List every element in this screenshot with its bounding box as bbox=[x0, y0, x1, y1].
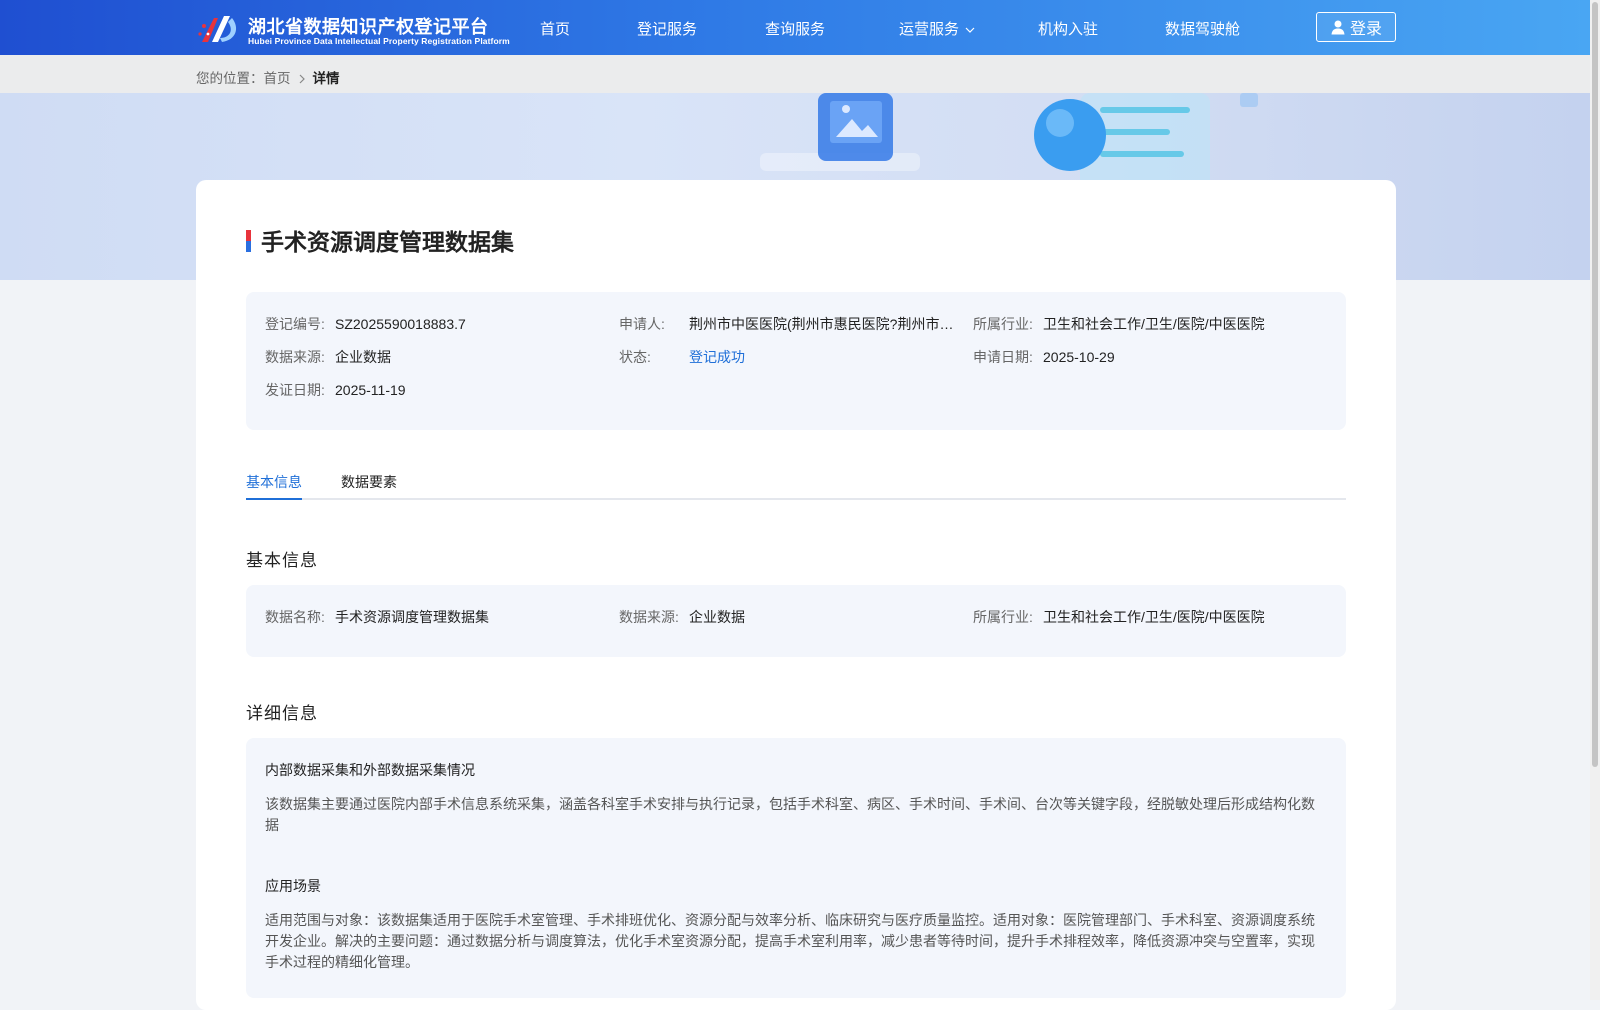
data-source-value: 企业数据 bbox=[335, 349, 391, 365]
industry-value: 卫生和社会工作/卫生/医院/中医医院 bbox=[1043, 316, 1265, 332]
basic-data-source-label: 数据来源: bbox=[619, 609, 679, 625]
logo-subtitle: Hubei Province Data Intellectual Propert… bbox=[248, 36, 510, 46]
issue-date-value: 2025-11-19 bbox=[335, 382, 406, 398]
data-name-label: 数据名称: bbox=[265, 609, 325, 625]
industry-field: 所属行业: 卫生和社会工作/卫生/医院/中医医院 bbox=[973, 314, 1265, 334]
breadcrumb-prefix: 您的位置： bbox=[196, 71, 264, 86]
tab-basic-info[interactable]: 基本信息 bbox=[246, 472, 302, 492]
detail-info-panel: 内部数据采集和外部数据采集情况 该数据集主要通过医院内部手术信息系统采集，涵盖各… bbox=[246, 738, 1346, 998]
basic-industry-field: 所属行业: 卫生和社会工作/卫生/医院/中医医院 bbox=[973, 607, 1265, 627]
basic-data-source-value: 企业数据 bbox=[689, 609, 745, 625]
applicant-field: 申请人: 荆州市中医医院(荆州市惠民医院?荆州市中西医结合医院) bbox=[619, 314, 957, 334]
basic-info-panel: 数据名称: 手术资源调度管理数据集 数据来源: 企业数据 所属行业: 卫生和社会工作/… bbox=[246, 585, 1346, 657]
detail-info-heading: 详细信息 bbox=[246, 704, 318, 723]
chevron-down-icon bbox=[965, 27, 975, 33]
detail-card: 手术资源调度管理数据集 登记编号: SZ2025590018883.7 申请人: 荆… bbox=[196, 180, 1396, 1010]
nav-registration-service[interactable]: 登记服务 bbox=[637, 18, 697, 39]
scenario-text: 适用范围与对象：该数据集适用于医院手术室管理、手术排班优化、资源分配与效率分析、… bbox=[265, 912, 1315, 970]
data-name-value: 手术资源调度管理数据集 bbox=[335, 609, 489, 625]
apply-date-value: 2025-10-29 bbox=[1043, 349, 1115, 365]
collection-heading: 内部数据采集和外部数据采集情况 bbox=[265, 762, 475, 778]
applicant-value: 荆州市中医医院(荆州市惠民医院?荆州市中西医结合医院) bbox=[689, 316, 957, 332]
nav-home[interactable]: 首页 bbox=[540, 18, 570, 39]
registration-no-field: 登记编号: SZ2025590018883.7 bbox=[265, 314, 466, 334]
data-name-field: 数据名称: 手术资源调度管理数据集 bbox=[265, 607, 489, 627]
basic-industry-value: 卫生和社会工作/卫生/医院/中医医院 bbox=[1043, 609, 1265, 625]
login-label: 登录 bbox=[1349, 21, 1382, 38]
breadcrumb-current: 详情 bbox=[312, 71, 340, 86]
industry-label: 所属行业: bbox=[973, 316, 1033, 332]
collection-text: 该数据集主要通过医院内部手术信息系统采集，涵盖各科室手术安排与执行记录，包括手术… bbox=[265, 796, 1315, 833]
apply-date-label: 申请日期: bbox=[973, 349, 1033, 365]
nav-operation-service-label: 运营服务 bbox=[899, 21, 960, 38]
registration-no-label: 登记编号: bbox=[265, 316, 325, 332]
scenario-heading: 应用场景 bbox=[265, 878, 321, 894]
basic-data-source-field: 数据来源: 企业数据 bbox=[619, 607, 745, 627]
detail-tabs: 基本信息 数据要素 bbox=[246, 460, 1346, 500]
nav-institution-join[interactable]: 机构入驻 bbox=[1038, 18, 1098, 39]
site-logo[interactable]: 湖北省数据知识产权登记平台 Hubei Province Data Intell… bbox=[196, 10, 510, 50]
breadcrumb-home-link[interactable]: 首页 bbox=[264, 71, 291, 86]
nav-data-cockpit[interactable]: 数据驾驶舱 bbox=[1165, 18, 1240, 39]
basic-industry-label: 所属行业: bbox=[973, 609, 1033, 625]
scrollbar-thumb[interactable] bbox=[1592, 2, 1598, 767]
apply-date-field: 申请日期: 2025-10-29 bbox=[973, 347, 1115, 367]
data-source-field: 数据来源: 企业数据 bbox=[265, 347, 391, 367]
status-value-link[interactable]: 登记成功 bbox=[689, 349, 745, 365]
active-tab-indicator bbox=[246, 498, 302, 500]
issue-date-field: 发证日期: 2025-11-19 bbox=[265, 380, 406, 400]
registration-no-value: SZ2025590018883.7 bbox=[335, 316, 466, 332]
breadcrumb-bar: 您的位置：首页 详情 bbox=[0, 55, 1590, 93]
issue-date-label: 发证日期: bbox=[265, 382, 325, 398]
basic-info-heading: 基本信息 bbox=[246, 551, 318, 570]
applicant-label: 申请人: bbox=[619, 316, 665, 332]
breadcrumb: 您的位置：首页 详情 bbox=[196, 67, 340, 87]
login-button[interactable]: 登录 bbox=[1316, 12, 1396, 42]
user-icon bbox=[1331, 20, 1345, 35]
nav-query-service[interactable]: 查询服务 bbox=[765, 18, 825, 39]
tab-data-elements[interactable]: 数据要素 bbox=[341, 472, 397, 492]
nav-operation-service[interactable]: 运营服务 bbox=[899, 18, 975, 39]
chevron-right-icon bbox=[299, 75, 305, 84]
status-label: 状态: bbox=[619, 349, 651, 365]
top-header: 湖北省数据知识产权登记平台 Hubei Province Data Intell… bbox=[0, 0, 1590, 55]
logo-emblem-icon bbox=[198, 16, 237, 42]
page-title: 手术资源调度管理数据集 bbox=[261, 229, 514, 255]
summary-panel: 登记编号: SZ2025590018883.7 申请人: 荆州市中医医院(荆州市惠民… bbox=[246, 292, 1346, 430]
title-accent-icon bbox=[246, 230, 251, 252]
page-scrollbar[interactable] bbox=[1590, 0, 1600, 1000]
status-field: 状态: 登记成功 bbox=[619, 347, 745, 367]
data-source-label: 数据来源: bbox=[265, 349, 325, 365]
